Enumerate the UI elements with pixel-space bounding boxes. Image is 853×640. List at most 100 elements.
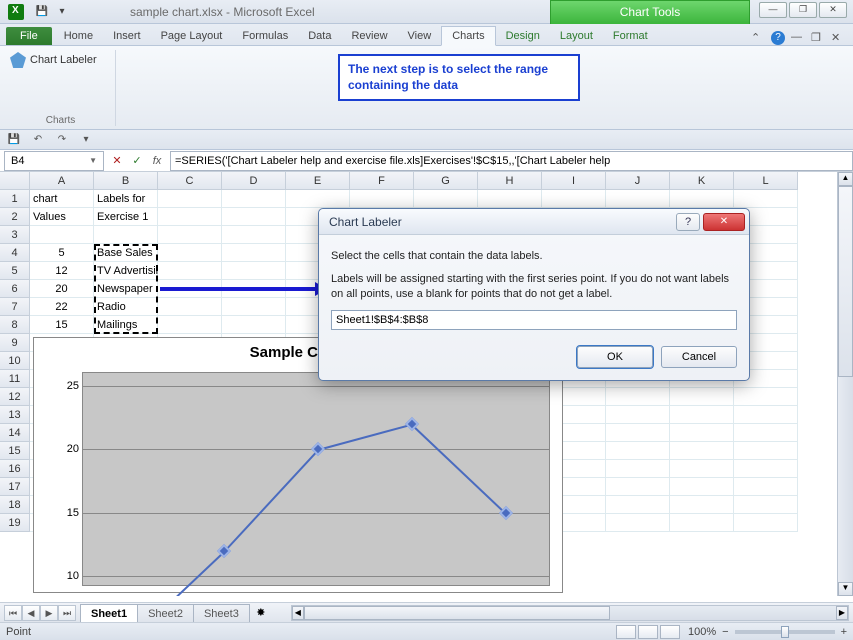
vertical-scrollbar[interactable]: ▲ ▼ <box>837 172 853 596</box>
sheet-tab-sheet2[interactable]: Sheet2 <box>137 604 194 622</box>
horizontal-scrollbar[interactable]: ◀ ▶ <box>291 605 849 621</box>
row-header[interactable]: 4 <box>0 244 30 262</box>
dialog-close-button[interactable]: ✕ <box>703 213 745 231</box>
cell[interactable] <box>734 478 798 496</box>
tab-formulas[interactable]: Formulas <box>232 27 298 45</box>
scroll-up-icon[interactable]: ▲ <box>838 172 853 186</box>
cell[interactable] <box>606 406 670 424</box>
row-header[interactable]: 1 <box>0 190 30 208</box>
cell[interactable] <box>606 478 670 496</box>
cell[interactable]: 5 <box>30 244 94 262</box>
row-header[interactable]: 6 <box>0 280 30 298</box>
dialog-help-button[interactable]: ? <box>676 213 700 231</box>
tab-charts[interactable]: Charts <box>441 26 495 46</box>
row-header[interactable]: 3 <box>0 226 30 244</box>
cancel-button[interactable]: Cancel <box>661 346 737 368</box>
cell[interactable] <box>158 190 222 208</box>
new-sheet-icon[interactable]: ✸ <box>251 605 271 621</box>
ok-button[interactable]: OK <box>577 346 653 368</box>
row-header[interactable]: 19 <box>0 514 30 532</box>
qat-customize-icon[interactable]: ▾ <box>76 132 96 148</box>
cell[interactable] <box>222 298 286 316</box>
cell[interactable] <box>222 208 286 226</box>
tab-data[interactable]: Data <box>298 27 341 45</box>
formula-input[interactable]: =SERIES('[Chart Labeler help and exercis… <box>170 151 853 171</box>
range-input[interactable] <box>331 310 737 330</box>
hscroll-thumb[interactable] <box>304 606 610 620</box>
row-header[interactable]: 9 <box>0 334 30 352</box>
cell[interactable] <box>734 406 798 424</box>
zoom-in-icon[interactable]: + <box>841 626 847 638</box>
column-header[interactable]: G <box>414 172 478 190</box>
cell[interactable] <box>158 316 222 334</box>
sheet-tab-sheet3[interactable]: Sheet3 <box>193 604 250 622</box>
scroll-down-icon[interactable]: ▼ <box>838 582 853 596</box>
cell[interactable] <box>286 190 350 208</box>
cell[interactable] <box>734 442 798 460</box>
column-header[interactable]: L <box>734 172 798 190</box>
cell[interactable]: Base Sales <box>94 244 158 262</box>
close-button[interactable]: ✕ <box>819 2 847 18</box>
row-header[interactable]: 16 <box>0 460 30 478</box>
cell[interactable] <box>222 316 286 334</box>
cell[interactable] <box>94 226 158 244</box>
cancel-edit-icon[interactable]: ✕ <box>108 152 126 170</box>
cell[interactable]: TV Advertising <box>94 262 158 280</box>
cell[interactable]: 20 <box>30 280 94 298</box>
cell[interactable] <box>734 496 798 514</box>
column-header[interactable]: F <box>350 172 414 190</box>
cell[interactable] <box>158 298 222 316</box>
cell[interactable] <box>222 190 286 208</box>
cell[interactable] <box>670 514 734 532</box>
scroll-left-icon[interactable]: ◀ <box>292 606 304 620</box>
tab-nav-prev-icon[interactable]: ◀ <box>22 605 40 621</box>
cell[interactable] <box>606 514 670 532</box>
cell[interactable] <box>222 262 286 280</box>
cell[interactable]: Values <box>30 208 94 226</box>
cell[interactable] <box>670 406 734 424</box>
view-page-layout-icon[interactable] <box>638 625 658 639</box>
sheet-tab-sheet1[interactable]: Sheet1 <box>80 604 138 622</box>
dialog-titlebar[interactable]: Chart Labeler ? ✕ <box>319 209 749 235</box>
row-header[interactable]: 5 <box>0 262 30 280</box>
zoom-slider-thumb[interactable] <box>781 626 789 638</box>
name-box[interactable]: B4 ▼ <box>4 151 104 171</box>
view-page-break-icon[interactable] <box>660 625 680 639</box>
vscroll-thumb[interactable] <box>838 186 853 377</box>
cell[interactable] <box>542 190 606 208</box>
cell[interactable] <box>158 262 222 280</box>
enter-edit-icon[interactable]: ✓ <box>128 152 146 170</box>
cell[interactable] <box>350 190 414 208</box>
workbook-minimize-icon[interactable]: — <box>791 31 805 45</box>
cell[interactable] <box>670 442 734 460</box>
cell[interactable] <box>734 514 798 532</box>
tab-design[interactable]: Design <box>496 27 550 45</box>
row-header[interactable]: 11 <box>0 370 30 388</box>
cell[interactable] <box>670 496 734 514</box>
zoom-slider[interactable] <box>735 630 835 634</box>
cell[interactable]: 22 <box>30 298 94 316</box>
qat-undo-icon[interactable]: ↶ <box>28 132 48 148</box>
row-header[interactable]: 18 <box>0 496 30 514</box>
row-header[interactable]: 17 <box>0 478 30 496</box>
column-header[interactable]: D <box>222 172 286 190</box>
cell[interactable] <box>670 388 734 406</box>
column-header[interactable]: K <box>670 172 734 190</box>
minimize-ribbon-icon[interactable]: ⌃ <box>751 31 765 45</box>
tab-nav-last-icon[interactable]: ⏭ <box>58 605 76 621</box>
cell[interactable] <box>670 478 734 496</box>
insert-function-icon[interactable]: fx <box>148 152 166 170</box>
view-normal-icon[interactable] <box>616 625 636 639</box>
cell[interactable]: Radio <box>94 298 158 316</box>
cell[interactable]: 12 <box>30 262 94 280</box>
cell[interactable] <box>606 424 670 442</box>
cell[interactable] <box>158 226 222 244</box>
cell[interactable] <box>734 424 798 442</box>
cell[interactable] <box>606 190 670 208</box>
row-header[interactable]: 14 <box>0 424 30 442</box>
cell[interactable] <box>734 388 798 406</box>
qat-save-icon-2[interactable]: 💾 <box>4 132 24 148</box>
row-header[interactable]: 2 <box>0 208 30 226</box>
tab-home[interactable]: Home <box>54 27 103 45</box>
workbook-close-icon[interactable]: ✕ <box>831 31 845 45</box>
